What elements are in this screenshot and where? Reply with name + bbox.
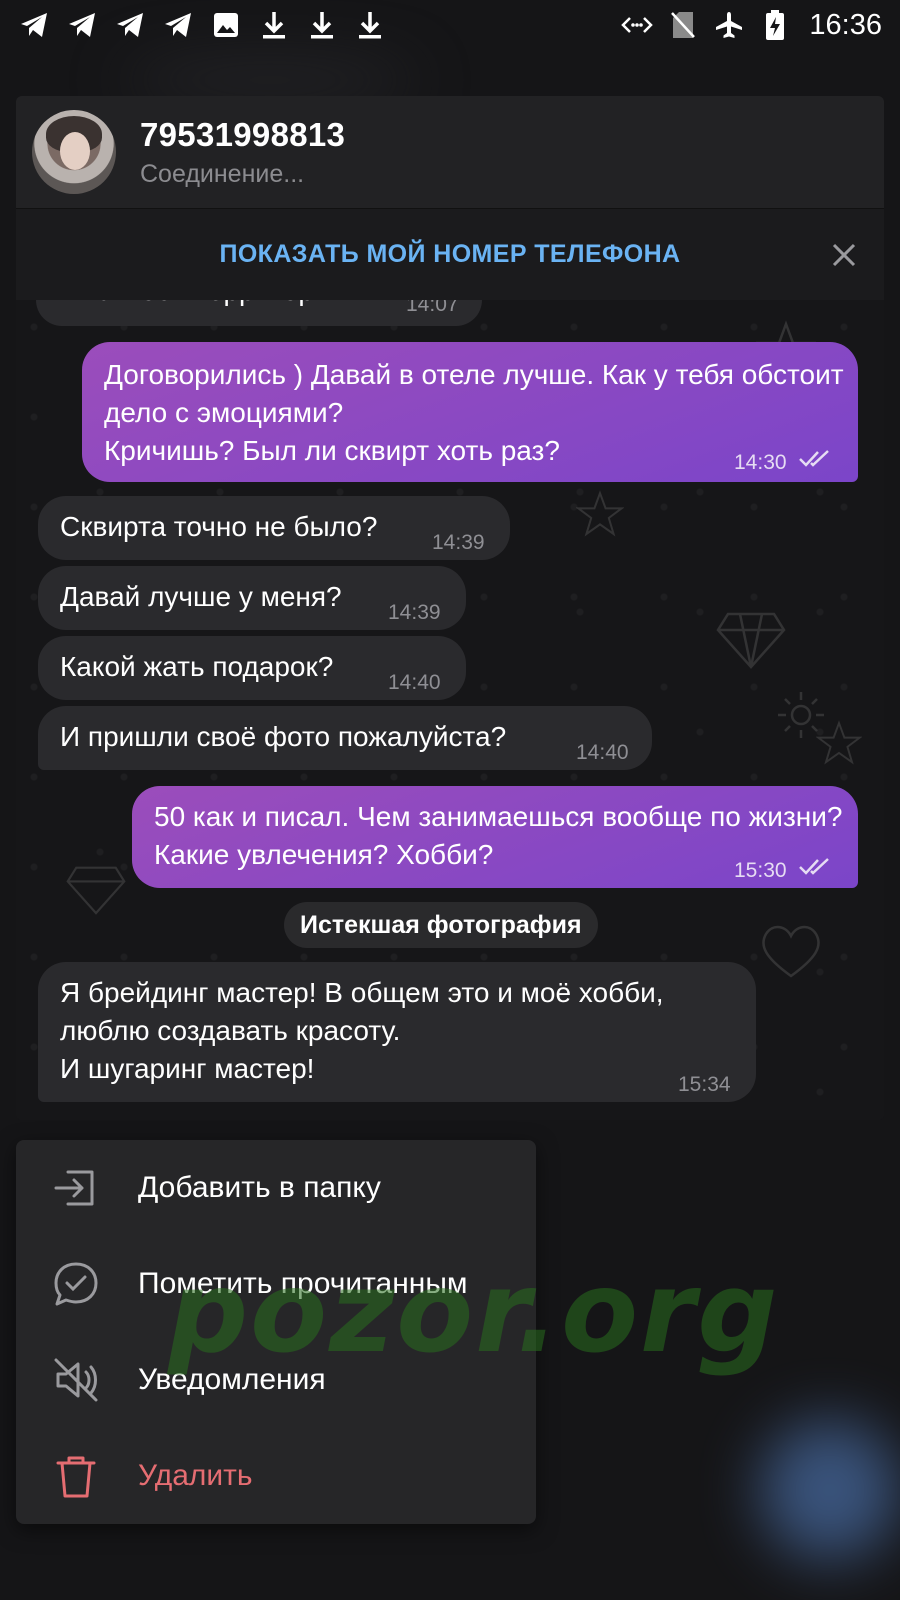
- message-time: 14:39: [432, 531, 485, 554]
- download-icon: [306, 9, 338, 41]
- connection-status: Соединение...: [140, 159, 305, 188]
- message-incoming[interactable]: Давай лучше у меня? 14:39: [38, 566, 466, 630]
- wallpaper-heart-icon: [762, 925, 820, 978]
- data-saver-icon: [621, 9, 654, 41]
- message-time: 15:34: [678, 1073, 731, 1096]
- message-text: Договорились ) Давай в отеле лучше. Как …: [104, 359, 844, 466]
- background-blur: [120, 60, 420, 100]
- wallpaper-diamond-icon: [716, 612, 786, 669]
- chat-header[interactable]: 79531998813 Соединение...: [16, 96, 884, 208]
- airplane-icon: [713, 9, 745, 41]
- wallpaper-star-icon: [576, 490, 624, 537]
- read-checkmarks-icon: [799, 450, 829, 467]
- message-time: 14:40: [388, 671, 441, 694]
- message-time: 14:39: [388, 601, 441, 624]
- message-outgoing[interactable]: Договорились ) Давай в отеле лучше. Как …: [82, 342, 858, 482]
- message-incoming[interactable]: И пришли своё фото пожалуйста? 14:40: [38, 706, 652, 770]
- background-blur: [760, 1420, 900, 1560]
- menu-item-add-to-folder[interactable]: Добавить в папку: [16, 1140, 536, 1236]
- menu-item-delete[interactable]: Удалить: [16, 1428, 536, 1524]
- battery-charging-icon: [759, 9, 791, 41]
- telegram-icon: [66, 9, 98, 41]
- chat-title: 79531998813: [140, 115, 346, 153]
- close-icon[interactable]: [828, 239, 860, 271]
- message-time: 15:30: [734, 859, 787, 882]
- message-incoming[interactable]: Я брейдинг мастер! В общем это и моё хоб…: [38, 962, 756, 1102]
- message-text: Какой жать подарок?: [60, 651, 334, 682]
- mark-read-icon: [54, 1262, 98, 1306]
- delete-icon: [56, 1456, 96, 1498]
- status-bar: 16:36: [0, 0, 900, 50]
- message-text: И пришли своё фото пожалуйста?: [60, 721, 507, 752]
- telegram-icon: [162, 9, 194, 41]
- message-text: На моей территории?: [78, 300, 361, 310]
- clock: 16:36: [809, 8, 882, 41]
- menu-label: Добавить в папку: [138, 1171, 381, 1204]
- wallpaper-sun-icon: [778, 692, 824, 738]
- avatar[interactable]: [32, 110, 116, 194]
- message-incoming[interactable]: Какой жать подарок? 14:40: [38, 636, 466, 700]
- download-icon: [258, 9, 290, 41]
- message-incoming[interactable]: Сквирта точно не было? 14:39: [38, 496, 510, 560]
- expired-photo-notice: Истекшая фотография: [284, 902, 598, 948]
- menu-label: Удалить: [138, 1459, 253, 1492]
- no-sim-icon: [667, 9, 699, 41]
- add-to-folder-icon: [54, 1170, 94, 1206]
- image-icon: [210, 9, 242, 41]
- wallpaper-diamond-icon: [66, 866, 126, 915]
- telegram-icon: [18, 9, 50, 41]
- mute-icon: [54, 1358, 98, 1402]
- service-text: Истекшая фотография: [300, 910, 582, 939]
- message-time: 14:07: [406, 300, 459, 316]
- telegram-icon: [114, 9, 146, 41]
- message-list[interactable]: На моей территории? 14:07 Договорились )…: [16, 300, 884, 1120]
- download-icon: [354, 9, 386, 41]
- message-text: Давай лучше у меня?: [60, 581, 342, 612]
- chat-preview[interactable]: 79531998813 Соединение... ПОКАЗАТЬ МОЙ Н…: [16, 96, 884, 1120]
- show-phone-banner[interactable]: ПОКАЗАТЬ МОЙ НОМЕР ТЕЛЕФОНА: [16, 208, 884, 300]
- message-time: 14:40: [576, 741, 629, 764]
- message-text: Я брейдинг мастер! В общем это и моё хоб…: [60, 977, 664, 1084]
- watermark: pozor.org: [168, 1248, 780, 1378]
- message-text: Сквирта точно не было?: [60, 511, 378, 542]
- message-outgoing[interactable]: 50 как и писал. Чем занимаешься вообще п…: [132, 786, 858, 888]
- message-incoming[interactable]: На моей территории? 14:07: [36, 300, 482, 326]
- show-phone-number-link[interactable]: ПОКАЗАТЬ МОЙ НОМЕР ТЕЛЕФОНА: [219, 240, 680, 269]
- read-checkmarks-icon: [799, 858, 829, 875]
- message-time: 14:30: [734, 451, 787, 474]
